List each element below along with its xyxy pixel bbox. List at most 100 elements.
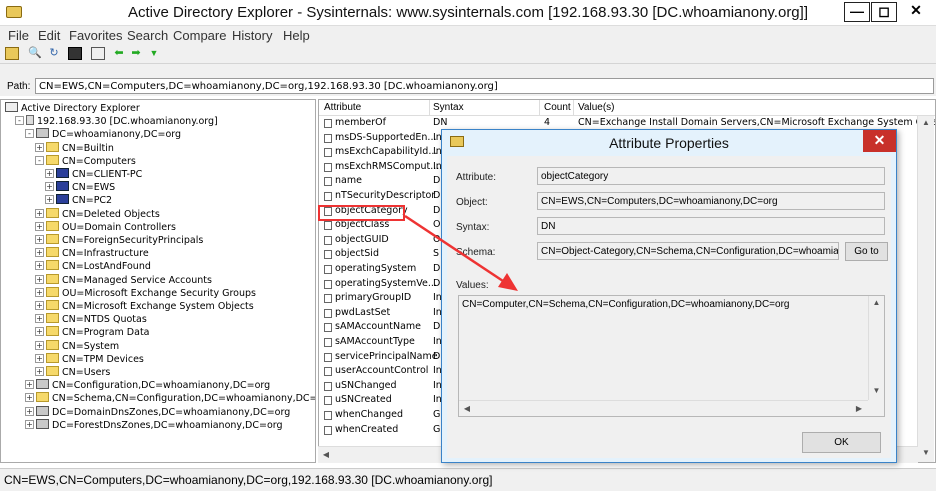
scroll-right-icon[interactable]: ▶: [854, 404, 864, 413]
header-count[interactable]: Count: [544, 102, 571, 113]
close-button[interactable]: ✕: [898, 2, 934, 22]
back-icon[interactable]: ⬅: [112, 47, 126, 60]
connect-icon[interactable]: 🔍: [28, 47, 42, 60]
expand-icon[interactable]: +: [45, 169, 54, 178]
attribute-syntax: O: [433, 219, 441, 231]
syntax-field[interactable]: DN: [537, 217, 885, 235]
tree-node[interactable]: + CN=Infrastructure: [35, 247, 149, 260]
expand-icon[interactable]: +: [35, 208, 44, 218]
tree-node[interactable]: + CN=EWS: [45, 181, 115, 194]
scroll-down-icon[interactable]: ▼: [869, 386, 884, 395]
tree-node[interactable]: Active Directory Explorer: [5, 102, 140, 115]
scroll-up-icon[interactable]: ▲: [918, 118, 934, 127]
tree-node[interactable]: + DC=ForestDnsZones,DC=whoamianony,DC=org: [25, 418, 283, 432]
scroll-up-icon[interactable]: ▲: [869, 298, 884, 307]
collapse-icon[interactable]: -: [35, 155, 44, 165]
menu-help[interactable]: Help: [283, 28, 310, 43]
expand-icon[interactable]: +: [35, 287, 44, 297]
save-icon[interactable]: [68, 47, 82, 60]
header-attribute[interactable]: Attribute: [324, 102, 361, 113]
reconnect-icon[interactable]: ↻: [47, 47, 61, 60]
expand-icon[interactable]: +: [35, 261, 44, 271]
expand-icon[interactable]: +: [35, 353, 44, 363]
tree-node[interactable]: + CN=PC2: [45, 194, 112, 207]
folder-icon: [46, 366, 59, 376]
expand-icon[interactable]: +: [45, 195, 54, 205]
attribute-properties-dialog: Attribute Properties ✕ Attribute: object…: [441, 129, 897, 463]
tree-node[interactable]: + CN=Schema,CN=Configuration,DC=whoamiano…: [25, 392, 315, 405]
menu-file[interactable]: File: [8, 28, 29, 43]
minimize-button[interactable]: —: [844, 2, 870, 22]
tree-node[interactable]: + OU=Domain Controllers: [35, 220, 176, 234]
header-syntax[interactable]: Syntax: [433, 102, 464, 113]
expand-icon[interactable]: +: [35, 235, 44, 244]
expand-icon[interactable]: +: [35, 340, 44, 350]
dialog-body: Attribute: objectCategory Object: CN=EWS…: [447, 156, 891, 458]
tree-node[interactable]: + CN=System: [35, 339, 119, 353]
attribute-icon: [324, 221, 332, 231]
tree-node[interactable]: - DC=whoamianony,DC=org: [25, 128, 181, 141]
path-bar: Path: CN=EWS,CN=Computers,DC=whoamianony…: [0, 76, 936, 96]
tree-node[interactable]: + CN=LostAndFound: [35, 260, 151, 273]
expand-icon[interactable]: +: [35, 367, 44, 376]
attribute-field[interactable]: objectCategory: [537, 167, 885, 185]
list-vertical-scrollbar[interactable]: ▲ ▼: [917, 116, 934, 462]
expand-icon[interactable]: +: [35, 248, 44, 258]
tree-node[interactable]: - 192.168.93.30 [DC.whoamianony.org]: [15, 115, 218, 128]
expand-icon[interactable]: +: [25, 419, 34, 429]
dropdown-icon[interactable]: ▼: [147, 47, 161, 60]
menu-compare[interactable]: Compare: [173, 28, 226, 43]
menu-favorites[interactable]: Favorites: [69, 28, 122, 43]
expand-icon[interactable]: +: [35, 301, 44, 310]
object-field[interactable]: CN=EWS,CN=Computers,DC=whoamianony,DC=or…: [537, 192, 885, 210]
path-input[interactable]: CN=EWS,CN=Computers,DC=whoamianony,DC=or…: [35, 78, 934, 94]
expand-icon[interactable]: +: [25, 393, 34, 403]
scroll-left-icon[interactable]: ◀: [462, 404, 472, 413]
values-horizontal-scrollbar[interactable]: ◀ ▶: [459, 400, 868, 416]
forward-icon[interactable]: ➡: [129, 47, 143, 60]
values-text: CN=Computer,CN=Schema,CN=Configuration,D…: [462, 299, 790, 310]
expand-icon[interactable]: +: [25, 380, 34, 390]
tree-node[interactable]: - CN=Computers: [35, 154, 136, 168]
open-icon[interactable]: [5, 47, 19, 60]
expand-icon[interactable]: +: [45, 182, 54, 192]
menu-search[interactable]: Search: [127, 28, 168, 43]
tree-node[interactable]: + CN=CLIENT-PC: [45, 168, 142, 181]
tree-node[interactable]: + CN=Deleted Objects: [35, 207, 160, 221]
expand-icon[interactable]: +: [35, 142, 44, 152]
tree-node[interactable]: + CN=Managed Service Accounts: [35, 273, 212, 287]
expand-icon[interactable]: +: [25, 406, 34, 416]
expand-icon[interactable]: +: [35, 327, 44, 337]
expand-icon[interactable]: +: [35, 221, 44, 231]
expand-icon[interactable]: +: [35, 314, 44, 324]
menu-edit[interactable]: Edit: [38, 28, 60, 43]
maximize-button[interactable]: ◻: [871, 2, 897, 22]
dialog-close-button[interactable]: ✕: [863, 130, 896, 152]
tree-node[interactable]: + OU=Microsoft Exchange Security Groups: [35, 286, 256, 300]
scroll-left-icon[interactable]: ◀: [321, 450, 331, 459]
tree-node[interactable]: + DC=DomainDnsZones,DC=whoamianony,DC=org: [25, 405, 290, 419]
collapse-icon[interactable]: -: [15, 116, 24, 126]
tree-node[interactable]: + CN=Configuration,DC=whoamianony,DC=org: [25, 379, 270, 392]
tree-node[interactable]: + CN=TPM Devices: [35, 352, 144, 366]
tree-node[interactable]: + CN=NTDS Quotas: [35, 313, 147, 326]
tree-node[interactable]: + CN=Program Data: [35, 326, 150, 339]
properties-icon[interactable]: [91, 47, 105, 60]
collapse-icon[interactable]: -: [25, 129, 34, 139]
values-box[interactable]: CN=Computer,CN=Schema,CN=Configuration,D…: [458, 295, 885, 417]
tree-node[interactable]: + CN=ForeignSecurityPrincipals: [35, 234, 203, 247]
tree-node[interactable]: + CN=Microsoft Exchange System Objects: [35, 300, 254, 313]
menu-history[interactable]: History: [232, 28, 272, 43]
tree-node[interactable]: + CN=Builtin: [35, 141, 114, 155]
header-values[interactable]: Value(s): [578, 102, 615, 113]
expand-icon[interactable]: +: [35, 274, 44, 284]
schema-field[interactable]: CN=Object-Category,CN=Schema,CN=Configur…: [537, 242, 839, 260]
scroll-down-icon[interactable]: ▼: [918, 448, 934, 457]
tree-node[interactable]: + CN=Users: [35, 366, 110, 379]
go-to-button[interactable]: Go to: [845, 242, 888, 261]
values-vertical-scrollbar[interactable]: ▲ ▼: [868, 296, 884, 400]
tree-pane[interactable]: Active Directory Explorer -192.168.93.30 …: [0, 99, 316, 463]
tree-node-label: 192.168.93.30 [DC.whoamianony.org]: [37, 116, 218, 128]
domain-icon: [36, 405, 49, 416]
ok-button[interactable]: OK: [802, 432, 881, 453]
